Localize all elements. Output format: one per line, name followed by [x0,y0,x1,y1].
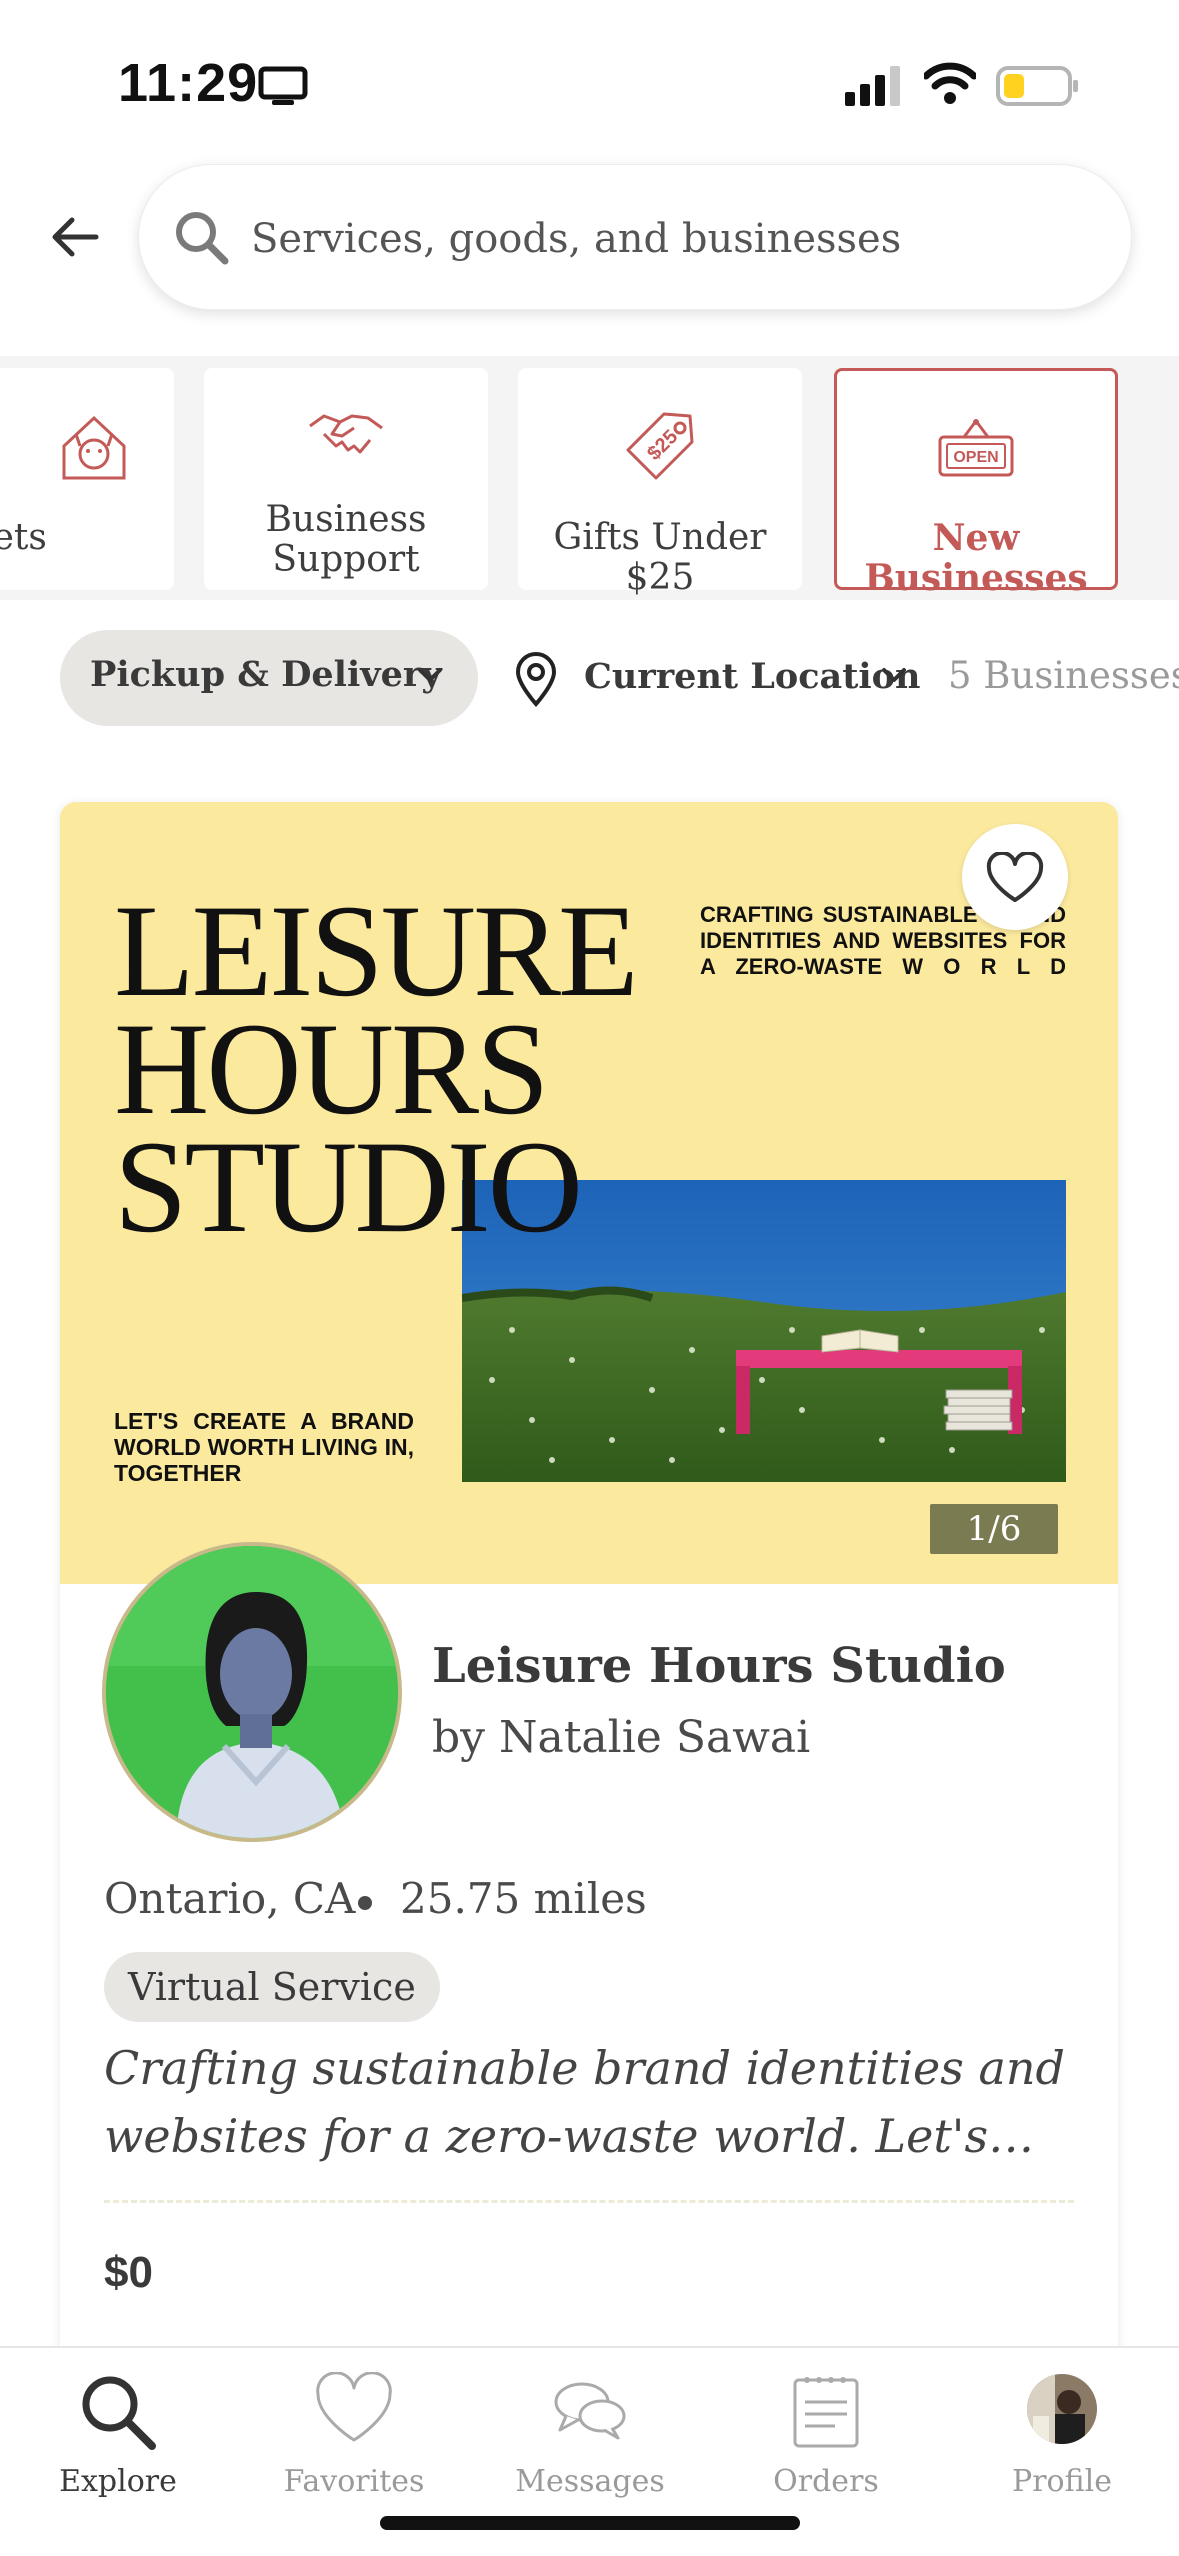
heart-icon [314,2371,394,2450]
open-sign-icon: OPEN [936,419,1016,483]
search-icon [78,2372,158,2456]
business-owner: by Natalie Sawai [432,1712,811,1763]
tab-explore[interactable]: Explore [18,2368,218,2508]
location-filter[interactable]: Current Location [584,656,920,697]
divider [104,2200,1074,2203]
search-icon [173,209,229,265]
category-business-support[interactable]: Business Support [204,368,488,590]
business-name[interactable]: Leisure Hours Studio [432,1638,1006,1694]
status-bar: 11:29 [0,0,1179,150]
handshake-icon [306,406,386,470]
tab-favorites[interactable]: Favorites [254,2368,454,2508]
category-label: Business Support [265,499,427,580]
price-tag-icon: $25 [620,406,700,490]
favorite-button[interactable] [962,824,1068,930]
category-gifts-under-25[interactable]: $25 Gifts Under $25 [518,368,802,598]
image-counter: 1/6 [930,1504,1058,1554]
location-pin-icon[interactable] [514,652,558,712]
business-count: 5 Businesses [948,654,1179,697]
status-time: 11:29 [118,53,259,113]
screen-mirroring-icon [258,66,308,110]
profile-avatar-icon [1025,2372,1099,2450]
avatar[interactable] [102,1542,402,1842]
battery-icon [996,66,1080,110]
search-bar[interactable] [138,164,1132,310]
business-card[interactable]: LEISURE HOURS STUDIO CRAFTING SUSTAINABL… [60,802,1118,2362]
business-hero-image[interactable]: LEISURE HOURS STUDIO CRAFTING SUSTAINABL… [60,802,1118,1584]
pickup-delivery-filter[interactable]: Pickup & Delivery [60,630,478,726]
category-label: Gifts Under $25 [553,517,767,598]
receipt-icon [791,2372,861,2454]
category-strip: Pets Business Support $25 Gifts Under $2… [0,356,1179,600]
category-label: New Businesses [864,517,1088,599]
search-input[interactable] [251,199,1091,279]
wifi-icon [922,62,978,110]
tab-label: Explore [59,2464,177,2499]
service-type-badge: Virtual Service [104,1952,440,2022]
pet-icon [54,406,134,490]
chevron-down-icon[interactable] [880,666,908,690]
category-label: Pets [0,517,47,558]
tab-profile[interactable]: Profile [962,2368,1162,2508]
cellular-signal-icon [845,66,903,110]
tab-label: Messages [515,2464,665,2499]
hero-cta: LET'S CREATE A BRAND WORLD WORTH LIVING … [114,1408,414,1486]
tab-messages[interactable]: Messages [490,2368,690,2508]
business-location: Ontario, CA [104,1874,356,1923]
category-new-businesses[interactable]: OPEN New Businesses [834,368,1118,598]
business-price: $0 [104,2248,153,2297]
tab-label: Profile [1012,2464,1112,2499]
chevron-down-icon [416,666,444,690]
chat-bubbles-icon [550,2372,630,2450]
tab-label: Orders [773,2464,879,2499]
tab-orders[interactable]: Orders [726,2368,926,2508]
separator-dot [358,1896,372,1910]
heart-icon [986,852,1044,902]
back-arrow-icon[interactable] [48,210,102,264]
filter-label: Pickup & Delivery [90,654,442,695]
business-description: Crafting sustainable brand identities an… [104,2041,1065,2163]
tab-label: Favorites [283,2464,425,2499]
home-indicator[interactable] [380,2516,800,2530]
category-pets[interactable]: Pets [0,368,174,590]
business-distance: 25.75 miles [400,1874,647,1923]
svg-text:OPEN: OPEN [953,449,998,466]
hero-title: LEISURE HOURS STUDIO [114,877,639,1260]
